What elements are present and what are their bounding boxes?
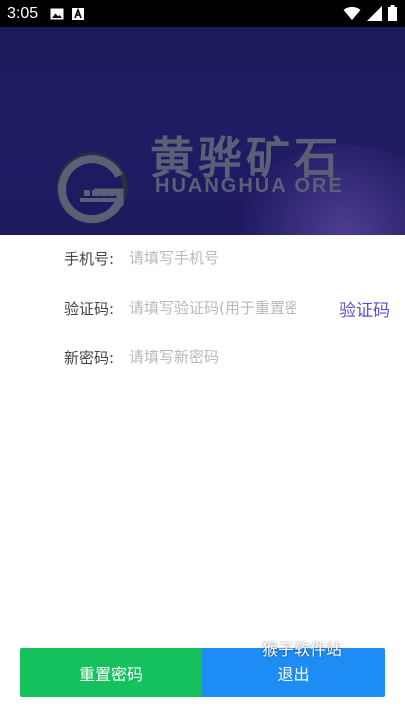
new-password-input[interactable] [129, 343, 296, 371]
new-password-row: 新密码: [0, 342, 405, 372]
image-icon [50, 8, 64, 19]
battery-icon [388, 5, 397, 21]
code-input[interactable] [129, 294, 296, 322]
reset-password-button[interactable]: 重置密码 [20, 648, 202, 697]
status-time: 3:05 [7, 4, 39, 22]
code-row: 验证码: 验证码 [0, 293, 405, 323]
phone-input[interactable] [129, 244, 296, 272]
code-label: 验证码: [64, 299, 115, 318]
get-code-button[interactable]: 验证码 [339, 296, 390, 321]
new-password-label: 新密码: [64, 348, 115, 367]
brand-logo-icon [56, 152, 128, 224]
status-bar: 3:05 [0, 0, 405, 27]
wifi-icon [343, 6, 361, 20]
phone-row: 手机号: [0, 243, 405, 273]
watermark-text: 猴子软件站 [262, 640, 343, 659]
brand-name-en: HUANGHUA ORE [155, 175, 344, 197]
phone-label: 手机号: [64, 249, 115, 268]
text-a-icon [72, 7, 85, 20]
signal-icon [367, 5, 382, 21]
